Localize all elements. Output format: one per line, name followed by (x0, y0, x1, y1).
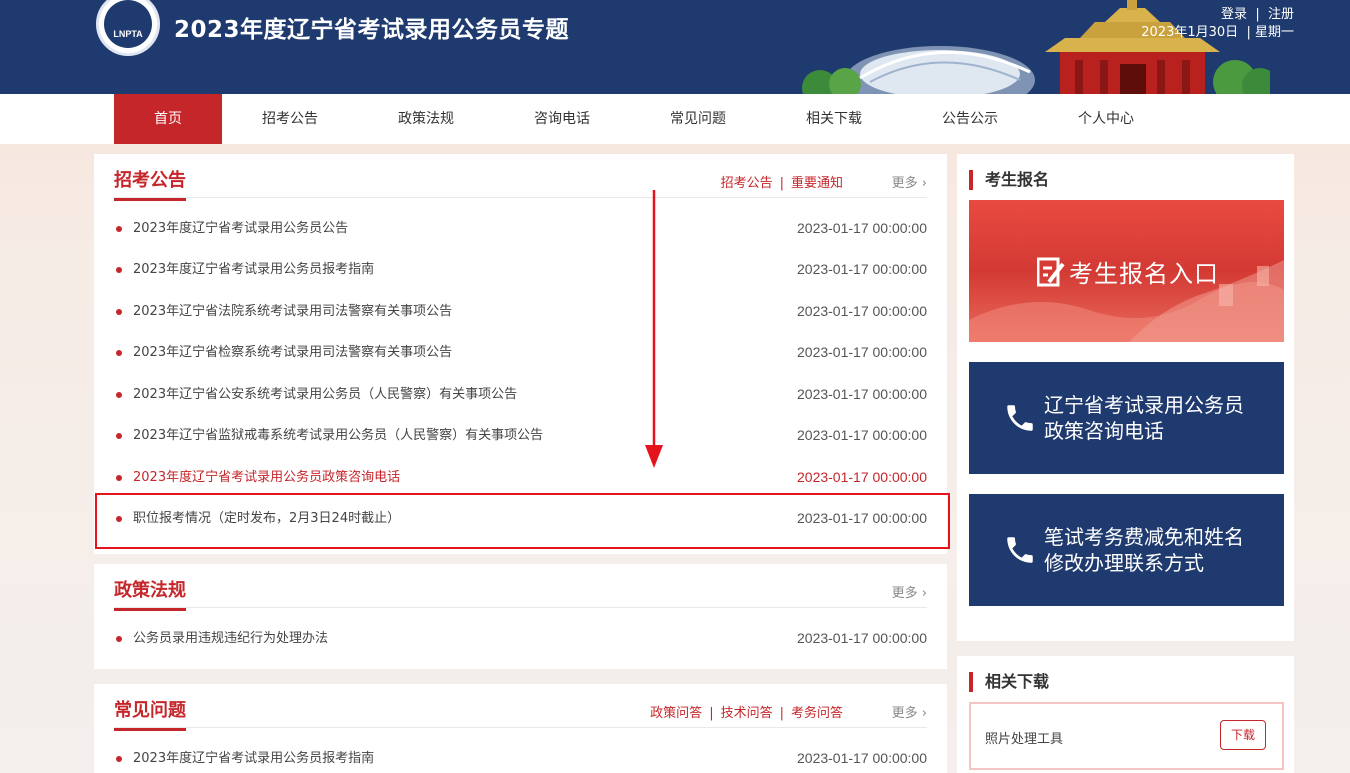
panel-header: 招考公告 招考公告 | 重要通知 更多 › (114, 154, 927, 201)
item-title[interactable]: 2023年度辽宁省考试录用公务员报考指南 (133, 249, 374, 290)
phone-icon (1007, 405, 1033, 431)
item-title[interactable]: 公务员录用违规违纪行为处理办法 (133, 618, 328, 659)
card-line: 辽宁省考试录用公务员 (1044, 393, 1244, 417)
download-button[interactable]: 下载 (1220, 720, 1266, 750)
nav-item-personal-center[interactable]: 个人中心 (1052, 94, 1160, 144)
card-line: 政策咨询电话 (1044, 419, 1164, 443)
category-link-tech-qa[interactable]: 技术问答 (721, 706, 773, 721)
downloads-sidebar: 相关下载 照片处理工具 下载 (957, 656, 1294, 773)
bullet-icon (116, 756, 122, 762)
panel-header: 政策法规 更多 › (114, 564, 927, 611)
faq-panel: 常见问题 政策问答 | 技术问答 | 考务问答 更多 › 2023年度辽宁省考试录用公务… (94, 684, 947, 773)
nav-item-policy[interactable]: 政策法规 (372, 94, 480, 144)
bullet-icon (116, 309, 122, 315)
item-title[interactable]: 2023年辽宁省公安系统考试录用公务员（人民警察）有关事项公告 (133, 374, 517, 415)
registration-entry-banner[interactable]: 考生报名入口 (969, 200, 1284, 342)
phone-icon (1007, 537, 1033, 563)
policy-panel: 政策法规 更多 › 公务员录用违规违纪行为处理办法 2023-01-17 00:0… (94, 564, 947, 669)
list-item[interactable]: 2023年度辽宁省考试录用公务员政策咨询电话 2023-01-17 00:00:0… (114, 457, 927, 498)
sidebar-title: 考生报名 (969, 170, 1049, 190)
separator: | (1251, 7, 1264, 22)
card-line: 修改办理联系方式 (1044, 551, 1204, 575)
current-weekday: 星期一 (1254, 25, 1294, 40)
nav-item-announcements[interactable]: 公告公示 (916, 94, 1024, 144)
nav-item-downloads[interactable]: 相关下载 (780, 94, 888, 144)
site-header: LNPTA 2023年度辽宁省考试录用公务员专题 登录 | 注册 2023年1月… (0, 0, 1350, 94)
bullet-icon (116, 392, 122, 398)
panel-title: 常见问题 (114, 696, 186, 731)
red-arrow-annotation (645, 190, 663, 468)
item-date: 2023-01-17 00:00:00 (797, 469, 927, 485)
login-link[interactable]: 登录 (1221, 7, 1247, 22)
nav-item-home[interactable]: 首页 (114, 94, 222, 144)
separator: | (779, 176, 784, 191)
item-date: 2023-01-17 00:00:00 (797, 303, 927, 319)
highlight-box-annotation (95, 493, 950, 549)
registration-entry-label[interactable]: 考生报名入口 (1069, 254, 1219, 289)
item-date: 2023-01-17 00:00:00 (797, 386, 927, 402)
logo-text: LNPTA (104, 0, 152, 48)
current-date: 2023年1月30日 (1141, 25, 1239, 40)
list-item[interactable]: 公务员录用违规违纪行为处理办法 2023-01-17 00:00:00 (114, 618, 927, 659)
panel-title: 招考公告 (114, 166, 186, 201)
separator: | (1242, 25, 1251, 40)
separator: | (779, 706, 784, 721)
list-item[interactable]: 2023年度辽宁省考试录用公务员报考指南 2023-01-17 00:00:00 (114, 738, 927, 773)
list-item[interactable]: 2023年辽宁省公安系统考试录用公务员（人民警察）有关事项公告 2023-01-1… (114, 374, 927, 415)
category-link-exam-qa[interactable]: 考务问答 (791, 706, 843, 721)
bullet-icon (116, 267, 122, 273)
item-date: 2023-01-17 00:00:00 (797, 220, 927, 236)
category-link-policy-qa[interactable]: 政策问答 (650, 706, 702, 721)
list-item[interactable]: 2023年度辽宁省考试录用公务员公告 2023-01-17 00:00:00 (114, 208, 927, 249)
card-line: 笔试考务费减免和姓名 (1044, 525, 1244, 549)
item-date: 2023-01-17 00:00:00 (797, 630, 927, 646)
category-link-notices[interactable]: 招考公告 (721, 176, 773, 191)
main-nav: 首页 招考公告 政策法规 咨询电话 常见问题 相关下载 公告公示 个人中心 (0, 94, 1350, 144)
list-item[interactable]: 2023年辽宁省检察系统考试录用司法警察有关事项公告 2023-01-17 00:… (114, 332, 927, 373)
download-item: 照片处理工具 下载 (969, 702, 1284, 770)
more-link[interactable]: 更多 › (892, 172, 927, 191)
bullet-icon (116, 350, 122, 356)
item-title[interactable]: 2023年度辽宁省考试录用公务员政策咨询电话 (133, 457, 400, 498)
more-link[interactable]: 更多 › (892, 582, 927, 601)
sidebar-title: 相关下载 (969, 672, 1049, 692)
separator: | (709, 706, 714, 721)
registration-sidebar: 考生报名 考生报名入口 辽宁省考试录用公务员 政策咨询电话 笔试考务费减免和姓名… (957, 154, 1294, 641)
nav-item-faq[interactable]: 常见问题 (644, 94, 752, 144)
site-title: 2023年度辽宁省考试录用公务员专题 (174, 17, 570, 43)
nav-item-notices[interactable]: 招考公告 (236, 94, 344, 144)
card-text: 笔试考务费减免和姓名 修改办理联系方式 (1044, 524, 1244, 576)
bullet-icon (116, 226, 122, 232)
item-title[interactable]: 2023年辽宁省检察系统考试录用司法警察有关事项公告 (133, 332, 452, 373)
panel-category-links: 招考公告 | 重要通知 (721, 172, 843, 191)
register-link[interactable]: 注册 (1268, 7, 1294, 22)
item-title[interactable]: 2023年度辽宁省考试录用公务员公告 (133, 208, 348, 249)
list-item[interactable]: 2023年度辽宁省考试录用公务员报考指南 2023-01-17 00:00:00 (114, 249, 927, 290)
category-link-important[interactable]: 重要通知 (791, 176, 843, 191)
item-date: 2023-01-17 00:00:00 (797, 261, 927, 277)
header-user-area: 登录 | 注册 2023年1月30日 | 星期一 (1141, 6, 1294, 42)
item-title[interactable]: 2023年辽宁省法院系统考试录用司法警察有关事项公告 (133, 291, 452, 332)
item-title[interactable]: 2023年度辽宁省考试录用公务员报考指南 (133, 738, 374, 773)
panel-title: 政策法规 (114, 576, 186, 611)
item-title[interactable]: 2023年辽宁省监狱戒毒系统考试录用公务员（人民警察）有关事项公告 (133, 415, 543, 456)
list-item[interactable]: 2023年辽宁省法院系统考试录用司法警察有关事项公告 2023-01-17 00:… (114, 291, 927, 332)
list-item[interactable]: 2023年辽宁省监狱戒毒系统考试录用公务员（人民警察）有关事项公告 2023-01… (114, 415, 927, 456)
card-text: 辽宁省考试录用公务员 政策咨询电话 (1044, 392, 1244, 444)
panel-header: 常见问题 政策问答 | 技术问答 | 考务问答 更多 › (114, 684, 927, 731)
policy-hotline-card[interactable]: 辽宁省考试录用公务员 政策咨询电话 (969, 362, 1284, 474)
download-item-name: 照片处理工具 (985, 732, 1064, 747)
panel-category-links: 政策问答 | 技术问答 | 考务问答 (650, 702, 843, 721)
item-date: 2023-01-17 00:00:00 (797, 750, 927, 766)
bullet-icon (116, 475, 122, 481)
nav-item-hotline[interactable]: 咨询电话 (508, 94, 616, 144)
site-logo[interactable]: LNPTA (96, 0, 160, 56)
item-date: 2023-01-17 00:00:00 (797, 344, 927, 360)
more-link[interactable]: 更多 › (892, 702, 927, 721)
bullet-icon (116, 433, 122, 439)
item-date: 2023-01-17 00:00:00 (797, 427, 927, 443)
bullet-icon (116, 636, 122, 642)
fee-waiver-contact-card[interactable]: 笔试考务费减免和姓名 修改办理联系方式 (969, 494, 1284, 606)
edit-form-icon (1037, 257, 1065, 287)
